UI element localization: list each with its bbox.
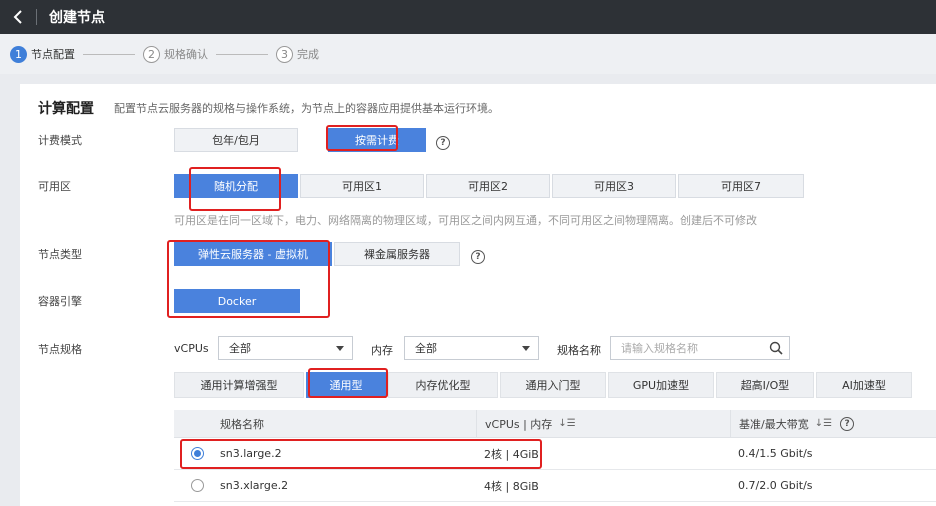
az-option-2[interactable]: 可用区2 (426, 174, 550, 198)
vcpus-select-value: 全部 (229, 342, 251, 355)
row-bandwidth: 0.7/2.0 Gbit/s (738, 479, 813, 492)
step-indicator: 1 节点配置 2 规格确认 3 完成 (0, 34, 936, 74)
vcpus-filter-label: vCPUs (174, 342, 209, 355)
row-cpu-mem: 2核 | 4GiB (484, 447, 539, 461)
question-circle-icon[interactable]: ? (471, 250, 485, 264)
chevron-left-icon (13, 10, 22, 24)
tab-ai-accelerated[interactable]: AI加速型 (816, 372, 912, 398)
header-spec-name: 规格名称 (220, 417, 264, 431)
billing-label: 计费模式 (38, 134, 82, 147)
node-type-ecs[interactable]: 弹性云服务器 - 虚拟机 (174, 242, 332, 266)
header-cpu-mem[interactable]: vCPUs | 内存 ↓☰ (476, 409, 730, 438)
engine-docker[interactable]: Docker (174, 289, 300, 313)
tab-general-purpose[interactable]: 通用型 (306, 372, 386, 398)
caret-down-icon (522, 345, 530, 351)
vcpus-select[interactable]: 全部 (218, 336, 353, 360)
header-cpu-mem-text: vCPUs | 内存 (485, 417, 553, 431)
node-type-bms[interactable]: 裸金属服务器 (334, 242, 460, 266)
back-button[interactable] (0, 0, 36, 34)
header-divider (36, 9, 37, 25)
tab-general-entry[interactable]: 通用入门型 (500, 372, 606, 398)
step-1-number: 1 (10, 45, 27, 63)
row-spec-name: sn3.large.2 (220, 447, 282, 460)
search-icon[interactable] (769, 341, 783, 355)
section-description: 配置节点云服务器的规格与操作系统，为节点上的容器应用提供基本运行环境。 (114, 102, 499, 115)
table-row[interactable]: sn3.xlarge.2 4核 | 8GiB 0.7/2.0 Gbit/s (174, 470, 936, 502)
sort-icon[interactable]: ↓☰ (815, 418, 832, 429)
spec-table: 规格名称 vCPUs | 内存 ↓☰ 基准/最大带宽 ↓☰ ? sn3.larg… (174, 409, 936, 502)
step-2-number: 2 (143, 45, 160, 63)
question-circle-icon[interactable]: ? (840, 416, 855, 431)
step-connector (216, 53, 268, 55)
billing-option-yearly[interactable]: 包年/包月 (174, 128, 298, 152)
section-title: 计算配置 (38, 101, 94, 117)
radio-button-selected[interactable] (190, 447, 204, 460)
tab-general-compute-plus[interactable]: 通用计算增强型 (174, 372, 304, 398)
table-header: 规格名称 vCPUs | 内存 ↓☰ 基准/最大带宽 ↓☰ ? (174, 409, 936, 438)
az-option-7[interactable]: 可用区7 (678, 174, 804, 198)
row-cpu-mem: 4核 | 8GiB (484, 479, 539, 493)
spec-name-filter-label: 规格名称 (557, 344, 601, 357)
step-2: 2 规格确认 (143, 45, 208, 63)
node-type-label: 节点类型 (38, 248, 82, 261)
billing-option-on-demand[interactable]: 按需计费 (328, 128, 426, 152)
top-bar: 创建节点 (0, 0, 936, 34)
step-3-number: 3 (276, 45, 293, 63)
tab-ultra-high-io[interactable]: 超高I/O型 (716, 372, 814, 398)
tab-gpu-accelerated[interactable]: GPU加速型 (608, 372, 714, 398)
memory-select-value: 全部 (415, 342, 437, 355)
step-2-label: 规格确认 (164, 48, 208, 61)
spec-label: 节点规格 (38, 343, 82, 356)
tab-memory-optimized[interactable]: 内存优化型 (388, 372, 498, 398)
engine-label: 容器引擎 (38, 295, 82, 308)
sort-icon[interactable]: ↓☰ (558, 418, 575, 429)
config-panel: 计算配置 配置节点云服务器的规格与操作系统，为节点上的容器应用提供基本运行环境。… (20, 84, 936, 506)
question-circle-icon[interactable]: ? (436, 136, 450, 150)
row-radio-cell (174, 447, 220, 460)
row-bandwidth: 0.4/1.5 Gbit/s (738, 447, 813, 460)
radio-button[interactable] (190, 479, 204, 492)
search-placeholder: 请输入规格名称 (621, 342, 698, 355)
memory-select[interactable]: 全部 (404, 336, 539, 360)
row-radio-cell (174, 479, 220, 492)
az-option-3[interactable]: 可用区3 (552, 174, 676, 198)
memory-filter-label: 内存 (371, 344, 393, 357)
az-hint: 可用区是在同一区域下，电力、网络隔离的物理区域，可用区之间内网互通，不同可用区之… (174, 214, 757, 227)
spec-name-search-input[interactable]: 请输入规格名称 (610, 336, 790, 360)
step-3: 3 完成 (276, 45, 319, 63)
page-title: 创建节点 (49, 10, 105, 26)
step-1: 1 节点配置 (10, 45, 75, 63)
step-3-label: 完成 (297, 48, 319, 61)
az-option-random[interactable]: 随机分配 (174, 174, 298, 198)
step-connector (83, 53, 135, 55)
header-bandwidth-text: 基准/最大带宽 (739, 417, 809, 431)
az-option-1[interactable]: 可用区1 (300, 174, 424, 198)
step-1-label: 节点配置 (31, 48, 75, 61)
caret-down-icon (336, 345, 344, 351)
row-spec-name: sn3.xlarge.2 (220, 479, 289, 492)
table-row[interactable]: sn3.large.2 2核 | 4GiB 0.4/1.5 Gbit/s (174, 438, 936, 470)
az-label: 可用区 (38, 180, 71, 193)
header-bandwidth[interactable]: 基准/最大带宽 ↓☰ ? (730, 409, 936, 438)
